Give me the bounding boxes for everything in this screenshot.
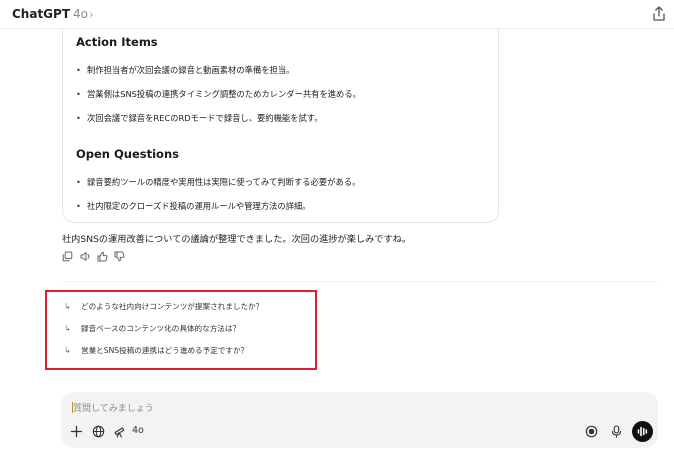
summary-card: Action Items • 制作担当者が次回会議の録音と動画素材の準備を担当。 … <box>62 29 499 223</box>
followup-suggestion[interactable]: ↳ どのような社内向けコンテンツが提案されましたか？ <box>64 301 263 312</box>
plus-icon[interactable] <box>70 425 83 438</box>
record-icon[interactable] <box>585 425 598 438</box>
model-selector[interactable]: ChatGPT 4o› <box>12 7 93 21</box>
voice-mode-button[interactable] <box>632 421 653 442</box>
telescope-icon[interactable] <box>113 425 126 438</box>
thumbs-down-icon[interactable] <box>114 251 125 262</box>
list-item: • 社内限定のクローズド投稿の運用ルールや管理方法の詳細。 <box>76 201 311 211</box>
list-item: • 録音要約ツールの精度や実用性は実際に使ってみて判断する必要がある。 <box>76 177 361 187</box>
chevron-right-icon: › <box>89 8 94 21</box>
waveform-icon <box>637 426 648 437</box>
app-name: ChatGPT <box>12 7 71 21</box>
assistant-message: 社内SNSの運用改善についての議論が整理できました。次回の進捗が楽しみですね。 <box>62 234 412 245</box>
model-toggle-button[interactable]: 4o <box>132 425 144 436</box>
section-title-open-questions: Open Questions <box>76 147 179 161</box>
reply-arrow-icon: ↳ <box>64 324 71 333</box>
copy-icon[interactable] <box>62 251 73 262</box>
divider <box>62 281 658 282</box>
list-item: • 制作担当者が次回会議の録音と動画素材の準備を担当。 <box>76 65 295 75</box>
model-name: 4o <box>73 7 88 21</box>
top-bar: ChatGPT 4o› <box>0 0 674 29</box>
followup-suggestion[interactable]: ↳ 録音ベースのコンテンツ化の具体的な方法は？ <box>64 323 240 334</box>
list-item: • 営業側はSNS投稿の連携タイミング調整のためカレンダー共有を進める。 <box>76 89 361 99</box>
list-item: • 次回会議で録音をRECのRDモードで録音し、要約機能を試す。 <box>76 113 323 123</box>
thumbs-up-icon[interactable] <box>97 251 108 262</box>
followup-suggestion[interactable]: ↳ 営業とSNS投稿の連携はどう進める予定ですか？ <box>64 345 248 356</box>
reply-arrow-icon: ↳ <box>64 346 71 355</box>
suggested-followups: ↳ どのような社内向けコンテンツが提案されましたか？ ↳ 録音ベースのコンテンツ化の… <box>45 290 317 370</box>
share-icon[interactable] <box>652 6 666 22</box>
prompt-input[interactable]: 質問してみましょう <box>73 401 154 414</box>
speaker-icon[interactable] <box>80 251 91 262</box>
message-composer: 質問してみましょう 4o <box>61 392 658 448</box>
globe-icon[interactable] <box>92 425 105 438</box>
reply-arrow-icon: ↳ <box>64 302 71 311</box>
section-title-action-items: Action Items <box>76 35 158 49</box>
microphone-icon[interactable] <box>610 425 623 438</box>
